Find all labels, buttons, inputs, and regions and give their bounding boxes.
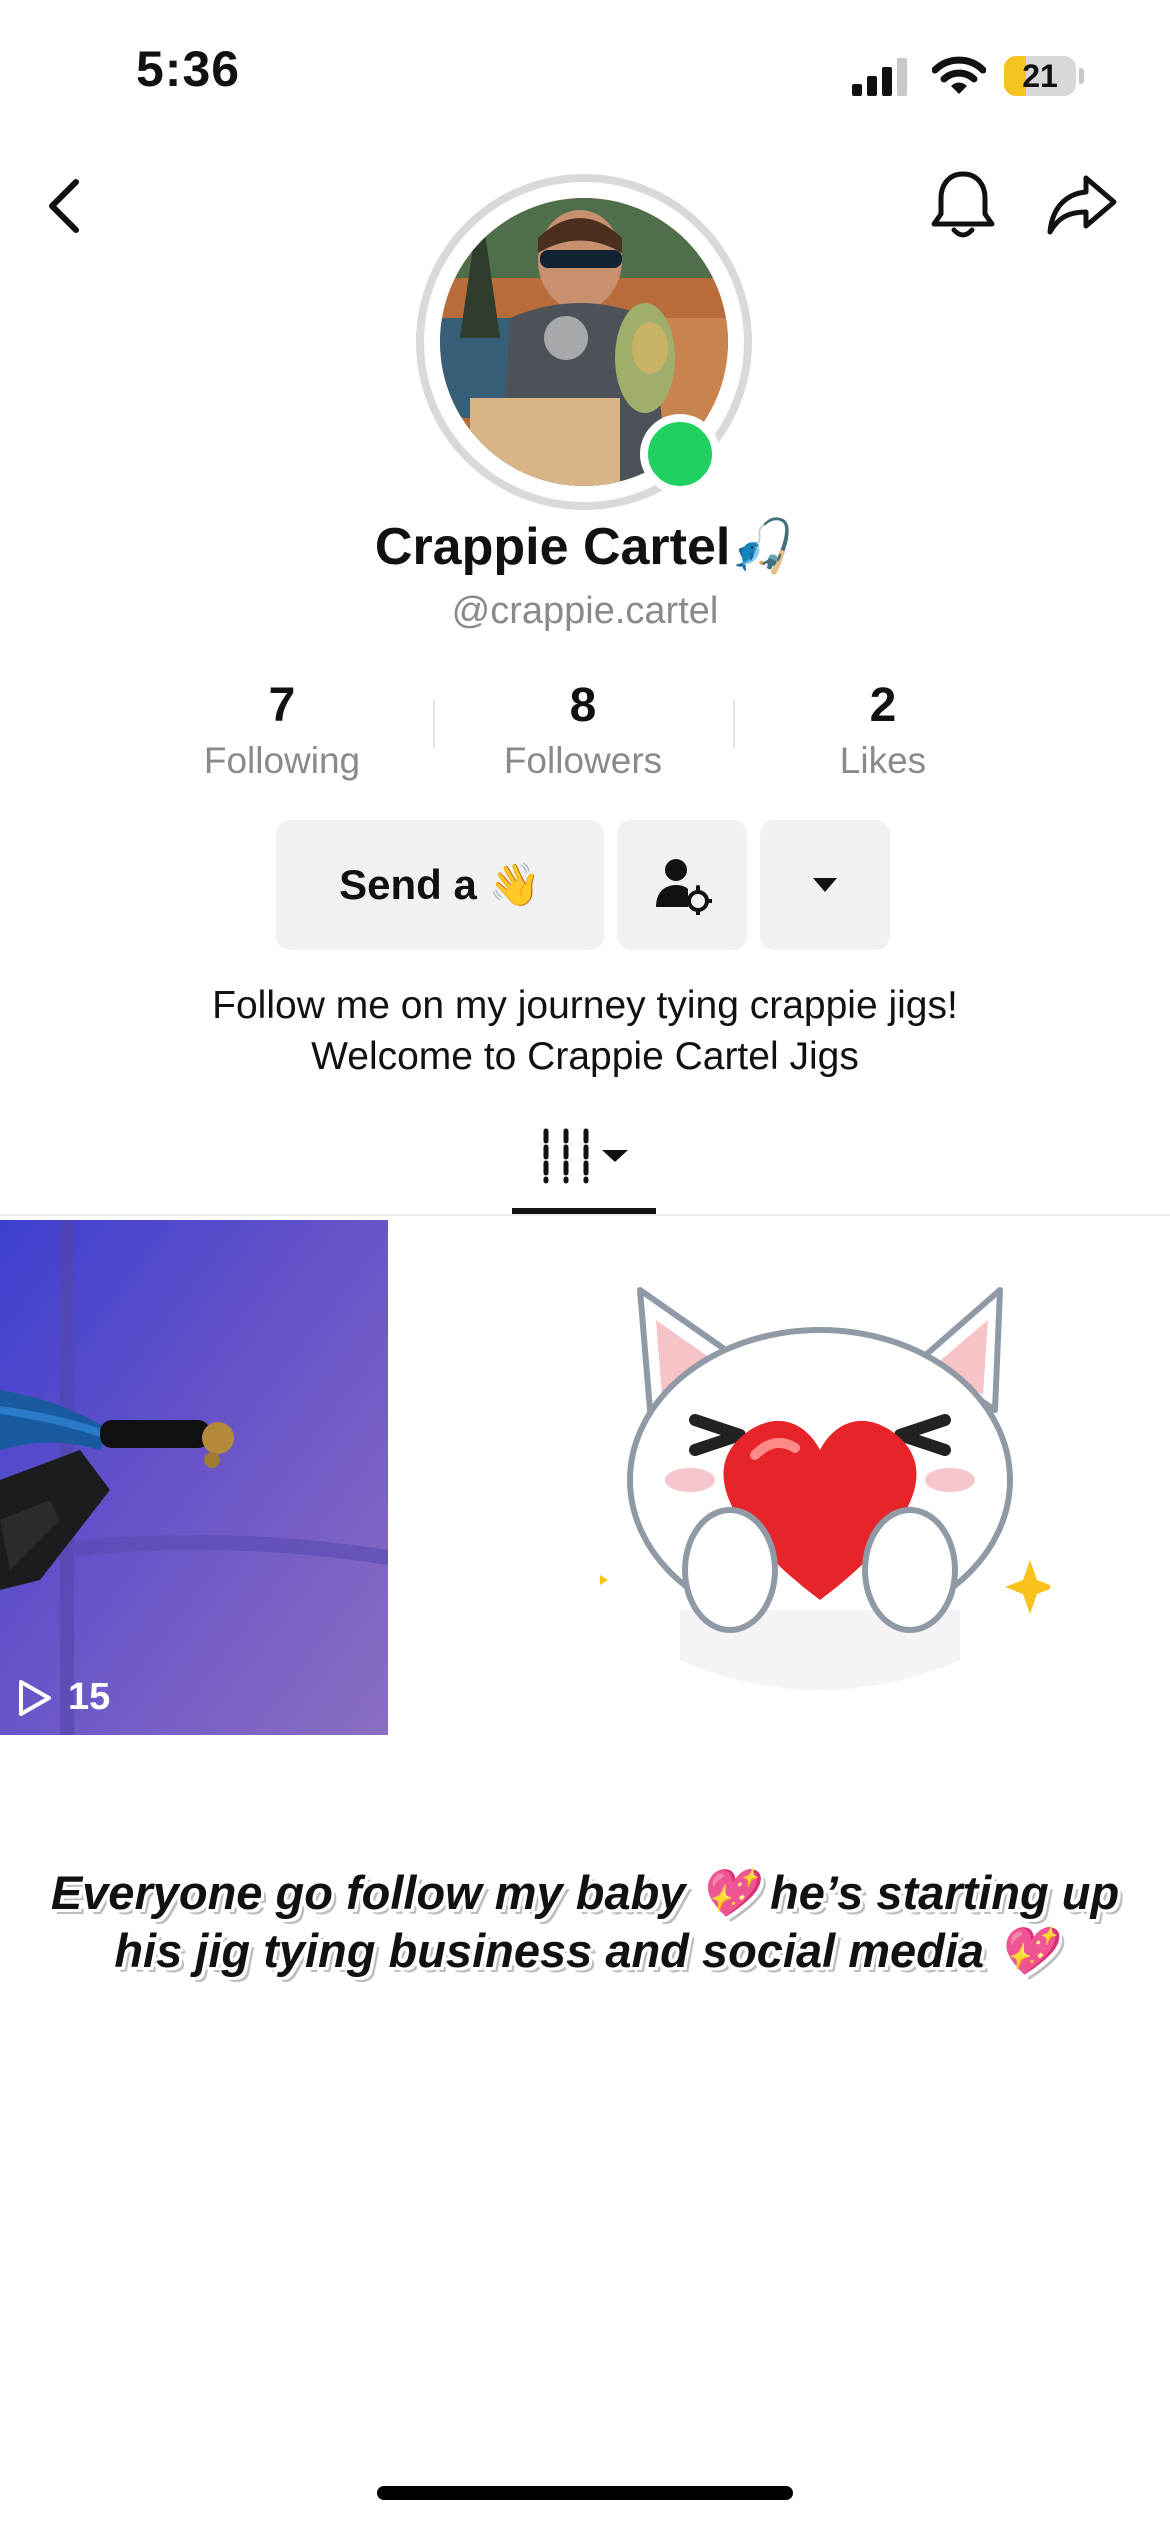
caption-line-1: Everyone go follow my baby 💖 he’s starti…: [50, 1866, 1120, 1919]
stat-label: Followers: [503, 740, 663, 781]
battery-level: 21: [1022, 58, 1058, 94]
play-outline-icon: [19, 1679, 51, 1716]
stat-value: 8: [569, 679, 597, 732]
video-thumbnail-image: [0, 1220, 388, 1735]
tab-divider: [0, 1214, 1170, 1216]
video-view-count: 15: [16, 1676, 110, 1719]
stat-value: 7: [268, 679, 296, 732]
view-count-text: 15: [68, 1676, 111, 1718]
more-options-button[interactable]: [760, 820, 890, 950]
stat-label: Following: [203, 740, 361, 781]
grid-icon[interactable]: [540, 1128, 636, 1184]
home-indicator[interactable]: [377, 2486, 793, 2500]
battery-indicator: 21: [1004, 56, 1076, 96]
person-gear-icon: [656, 859, 712, 915]
online-status-dot: [640, 414, 720, 494]
caret-down-icon: [813, 878, 837, 892]
wifi-icon: [932, 56, 986, 94]
bio-line-2: Welcome to Crappie Cartel Jigs: [311, 1035, 859, 1078]
status-time: 5:36: [136, 41, 241, 97]
cellular-signal-icon: [852, 58, 907, 96]
cat-heart-sticker: [600, 1287, 1050, 1690]
share-icon[interactable]: [1046, 172, 1118, 238]
stat-following[interactable]: 7 Following: [132, 676, 432, 782]
send-wave-label: Send a 👋: [339, 860, 541, 908]
stat-followers[interactable]: 8 Followers: [433, 676, 733, 782]
bell-icon[interactable]: [928, 168, 998, 240]
overlay-caption: Everyone go follow my baby 💖 he’s starti…: [20, 1864, 1150, 1980]
stat-label: Likes: [839, 740, 927, 781]
send-wave-button[interactable]: Send a 👋: [276, 820, 604, 950]
video-thumbnail[interactable]: [0, 1220, 388, 1735]
caption-line-2: his jig tying business and social media …: [114, 1924, 1056, 1977]
chevron-left-icon[interactable]: [44, 176, 84, 236]
bio-line-1: Follow me on my journey tying crappie ji…: [212, 984, 958, 1027]
friend-settings-button[interactable]: [617, 820, 747, 950]
username-handle: @crappie.cartel: [451, 590, 719, 632]
battery-nub: [1079, 68, 1084, 84]
stat-value: 2: [869, 679, 897, 732]
stat-likes[interactable]: 2 Likes: [733, 676, 1033, 782]
display-name: Crappie Cartel🎣: [374, 518, 796, 576]
